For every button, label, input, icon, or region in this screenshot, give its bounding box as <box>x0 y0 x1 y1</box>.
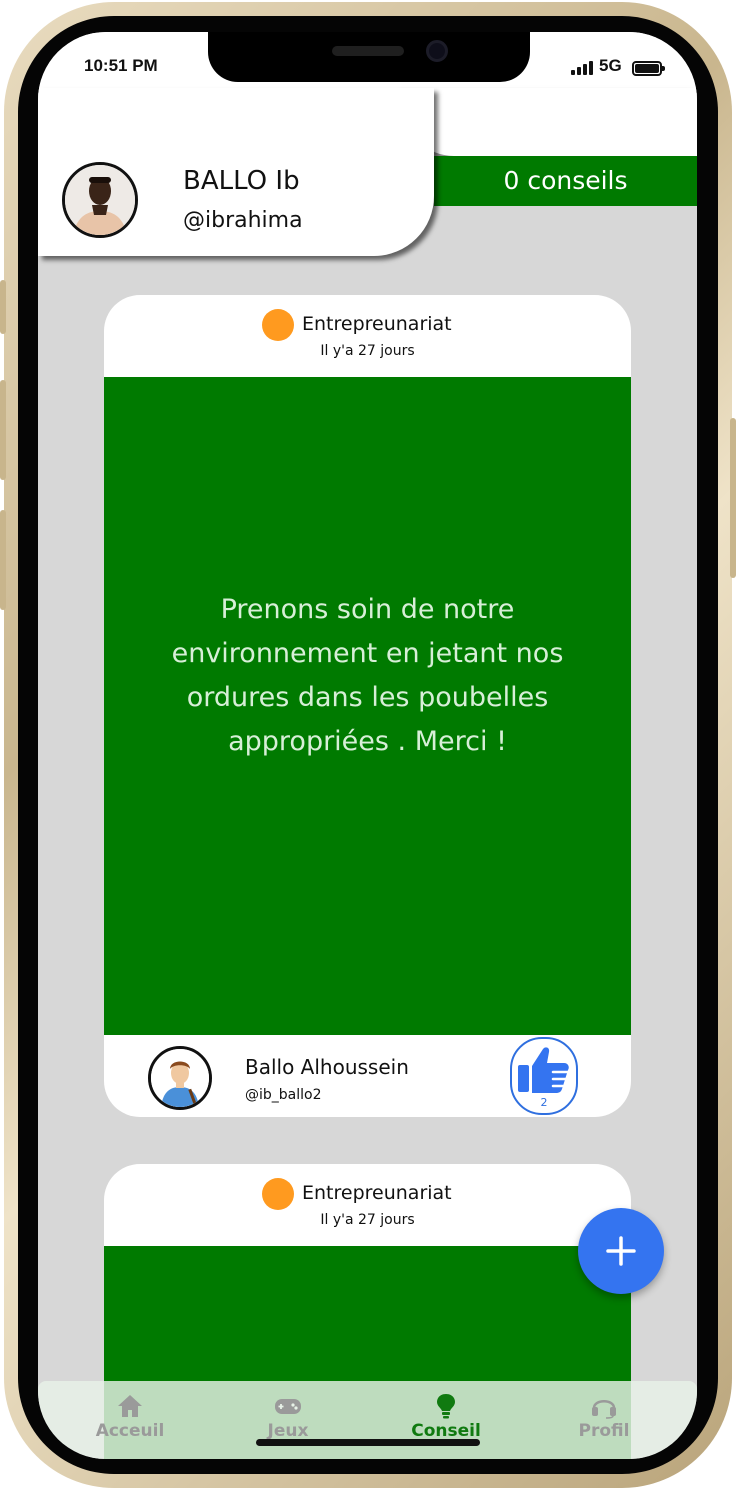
bottom-navigation: Acceuil Jeux Conseil Profil <box>38 1381 697 1459</box>
nav-item-advice[interactable]: Conseil <box>376 1381 516 1459</box>
add-tip-button[interactable] <box>578 1208 664 1294</box>
headset-icon <box>592 1400 616 1419</box>
user-name: BALLO Ib <box>183 166 300 196</box>
battery-icon <box>632 61 665 76</box>
author-avatar-icon <box>151 1049 209 1107</box>
nav-label: Acceuil <box>95 1421 165 1441</box>
author-avatar[interactable] <box>148 1046 212 1110</box>
author-name: Ballo Alhoussein <box>245 1055 409 1079</box>
status-bar: 10:51 PM 5G <box>38 32 697 88</box>
home-indicator <box>256 1439 480 1446</box>
post-time: Il y'a 27 jours <box>320 1212 415 1228</box>
tips-counter: 0 conseils <box>434 156 697 206</box>
user-avatar-icon <box>65 165 135 235</box>
nav-label: Jeux <box>267 1421 309 1441</box>
nav-item-home[interactable]: Acceuil <box>60 1381 200 1459</box>
category-dot-icon <box>262 309 294 341</box>
home-icon <box>118 1395 142 1417</box>
nav-item-games[interactable]: Jeux <box>218 1381 358 1459</box>
post-header: Entrepreunariat Il y'a 27 jours <box>104 295 631 377</box>
post-category: Entrepreunariat <box>302 313 452 335</box>
status-time: 10:51 PM <box>84 56 158 75</box>
post-time: Il y'a 27 jours <box>320 343 415 359</box>
app-screen: 10:51 PM 5G 0 conseils BALLO Ib @ibrahim… <box>38 32 697 1459</box>
like-button[interactable]: 2 <box>510 1037 578 1115</box>
post-category: Entrepreunariat <box>302 1182 452 1204</box>
user-handle: @ibrahima <box>183 208 303 233</box>
post-text: Prenons soin de notre environnement en j… <box>171 594 564 757</box>
thumbs-up-icon <box>518 1047 570 1093</box>
post-card[interactable]: Entrepreunariat Il y'a 27 jours Prenons … <box>104 295 631 1117</box>
network-type: 5G <box>599 56 622 75</box>
author-handle: @ib_ballo2 <box>245 1087 322 1103</box>
front-camera <box>426 40 448 62</box>
category-dot-icon <box>262 1178 294 1210</box>
like-count: 2 <box>540 1096 548 1109</box>
speaker-grille <box>332 46 404 56</box>
header-decoration <box>404 88 697 156</box>
nav-label: Profil <box>578 1421 630 1441</box>
post-footer: Ballo Alhoussein @ib_ballo2 2 <box>104 1035 631 1117</box>
nav-item-profile[interactable]: Profil <box>534 1381 674 1459</box>
user-avatar[interactable] <box>62 162 138 238</box>
notch <box>208 32 530 82</box>
gamepad-icon <box>275 1399 301 1414</box>
post-header: Entrepreunariat Il y'a 27 jours <box>104 1164 631 1246</box>
nav-label: Conseil <box>411 1421 481 1441</box>
plus-icon <box>606 1236 636 1266</box>
signal-icon <box>571 61 593 75</box>
lightbulb-icon <box>437 1394 455 1419</box>
post-body: Prenons soin de notre environnement en j… <box>104 377 631 1035</box>
